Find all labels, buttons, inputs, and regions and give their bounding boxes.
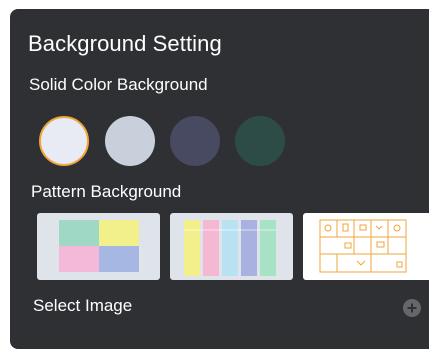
pattern-label: Pattern Background: [31, 182, 182, 201]
pattern-sticky-note-grid-preview: [319, 219, 407, 273]
swatch-slate[interactable]: [170, 116, 220, 166]
swatch-light-gray[interactable]: [105, 116, 155, 166]
dialog-title: Background Setting: [28, 31, 222, 56]
swatch-dark-green[interactable]: [235, 116, 285, 166]
add-image-button[interactable]: [403, 299, 421, 317]
pattern-vertical-strips[interactable]: [170, 213, 293, 280]
pattern-color-blocks-preview: [59, 220, 139, 272]
plus-icon: [407, 303, 417, 313]
pattern-sticky-note-grid[interactable]: [303, 213, 429, 280]
swatch-white[interactable]: [39, 116, 89, 166]
solid-color-label: Solid Color Background: [29, 75, 208, 94]
background-setting-dialog: Background Setting Solid Color Backgroun…: [10, 9, 429, 349]
select-image-label: Select Image: [33, 296, 133, 315]
pattern-vertical-strips-preview: [184, 220, 276, 276]
pattern-color-blocks[interactable]: [37, 213, 160, 280]
